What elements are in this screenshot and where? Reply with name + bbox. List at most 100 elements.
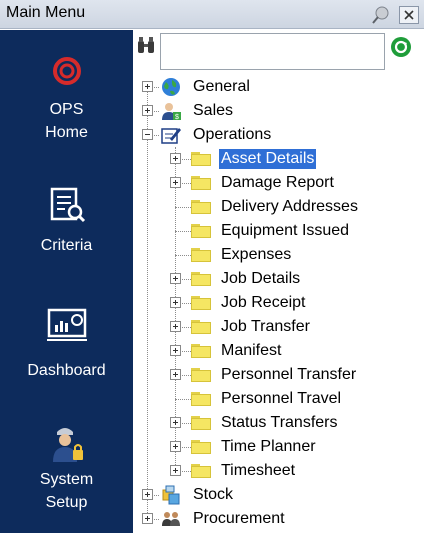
globe-icon	[162, 78, 180, 96]
tree-node-label[interactable]: General	[191, 77, 252, 97]
expand-icon[interactable]	[170, 369, 181, 380]
procurement-icon	[162, 512, 180, 526]
tree-node-label[interactable]: Timesheet	[219, 461, 297, 481]
folder-body	[191, 322, 211, 334]
tree-node-label[interactable]: Job Receipt	[219, 293, 308, 313]
tree-connector	[175, 207, 191, 208]
folder-icon	[191, 416, 211, 430]
folder-icon	[191, 224, 211, 238]
tree-node-label[interactable]: Personnel Transfer	[219, 365, 358, 385]
expand-icon[interactable]	[170, 441, 181, 452]
tree-node-label[interactable]: Time Planner	[219, 437, 318, 457]
tree-connector	[175, 231, 191, 232]
folder-icon	[191, 464, 211, 478]
expander-line	[147, 516, 148, 521]
sales-icon: $	[162, 103, 181, 121]
tree-node-label[interactable]: Job Transfer	[219, 317, 312, 337]
expand-icon[interactable]	[142, 81, 153, 92]
folder-icon	[191, 248, 211, 262]
expander-line	[175, 372, 176, 377]
expand-icon[interactable]	[170, 465, 181, 476]
tree-node-label[interactable]: Asset Details	[219, 149, 317, 169]
tree-node-label[interactable]: Manifest	[219, 341, 283, 361]
folder-body	[191, 418, 211, 430]
expander-line	[175, 348, 176, 353]
expand-icon[interactable]	[170, 153, 181, 164]
tree-node-label[interactable]: Operations	[191, 125, 273, 145]
expander-line	[145, 134, 150, 135]
sidebar-item-dashboard[interactable]: Dashboard	[0, 307, 133, 382]
folder-icon	[191, 152, 211, 166]
folder-icon	[191, 176, 211, 190]
search-input[interactable]	[160, 33, 385, 70]
tree-connector	[175, 255, 191, 256]
expander-line	[175, 468, 176, 473]
menu-tree-panel: General $ Sales Operations Asset Details Dama…	[133, 30, 424, 533]
tree-node-label[interactable]: Damage Report	[219, 173, 336, 193]
folder-icon	[191, 392, 211, 406]
sidebar-item-system-setup[interactable]: System Setup	[0, 420, 133, 514]
expand-icon[interactable]	[170, 321, 181, 332]
folder-body	[191, 370, 211, 382]
sidebar-item-criteria[interactable]: Criteria	[0, 186, 133, 257]
go-search-button[interactable]	[390, 36, 412, 58]
tree-node-label[interactable]: Delivery Addresses	[219, 197, 360, 217]
expand-icon[interactable]	[170, 417, 181, 428]
sidebar-item-label: Setup	[45, 494, 88, 511]
expander-line	[147, 492, 148, 497]
criteria-icon	[50, 187, 85, 223]
expander-line	[175, 156, 176, 161]
folder-body	[191, 298, 211, 310]
binoculars-icon	[138, 37, 154, 53]
tree-node-label[interactable]: Stock	[191, 485, 235, 505]
expand-icon[interactable]	[170, 345, 181, 356]
sidebar-item-label: Dashboard	[27, 362, 106, 379]
collapse-icon[interactable]	[142, 129, 153, 140]
folder-icon	[191, 272, 211, 286]
expand-icon[interactable]	[142, 489, 153, 500]
expand-icon[interactable]	[142, 513, 153, 524]
tree-node-label[interactable]: Sales	[191, 101, 235, 121]
folder-body	[191, 202, 211, 214]
window-titlebar: Main Menu	[0, 0, 424, 29]
sidebar-item-label: Home	[45, 124, 88, 141]
expander-line	[175, 444, 176, 449]
dashboard-icon	[46, 308, 87, 341]
close-icon	[404, 10, 414, 20]
folder-icon	[191, 368, 211, 382]
folder-body	[191, 346, 211, 358]
folder-icon	[191, 440, 211, 454]
tree-node-label[interactable]: Job Details	[219, 269, 302, 289]
sidebar-item-ops-home[interactable]: OPS Home	[0, 54, 133, 144]
operations-icon	[161, 128, 181, 144]
folder-body	[191, 394, 211, 406]
sidebar-item-label: System	[39, 471, 94, 488]
tree-node-label[interactable]: Status Transfers	[219, 413, 340, 433]
folder-body	[191, 226, 211, 238]
expander-line	[147, 84, 148, 89]
expander-line	[175, 276, 176, 281]
tree-node-label[interactable]: Procurement	[191, 509, 287, 529]
expand-icon[interactable]	[170, 177, 181, 188]
expand-icon[interactable]	[170, 297, 181, 308]
close-button[interactable]	[399, 6, 419, 24]
folder-body	[191, 442, 211, 454]
sidebar: OPS Home Criteria Dashboard System Setup	[0, 30, 133, 533]
folder-icon	[191, 344, 211, 358]
expander-line	[175, 420, 176, 425]
stock-icon	[162, 485, 180, 505]
expand-icon[interactable]	[170, 273, 181, 284]
folder-body	[191, 178, 211, 190]
tree-connector	[175, 399, 191, 400]
expander-line	[175, 324, 176, 329]
window-title: Main Menu	[6, 4, 86, 21]
tree-node-label[interactable]: Equipment Issued	[219, 221, 351, 241]
tree-node-label[interactable]: Personnel Travel	[219, 389, 343, 409]
expand-icon[interactable]	[142, 105, 153, 116]
sidebar-item-label: Criteria	[40, 237, 93, 254]
pin-icon[interactable]	[370, 4, 392, 26]
folder-body	[191, 274, 211, 286]
tree-node-label[interactable]: Expenses	[219, 245, 293, 265]
system-setup-icon	[52, 428, 83, 462]
folder-body	[191, 466, 211, 478]
